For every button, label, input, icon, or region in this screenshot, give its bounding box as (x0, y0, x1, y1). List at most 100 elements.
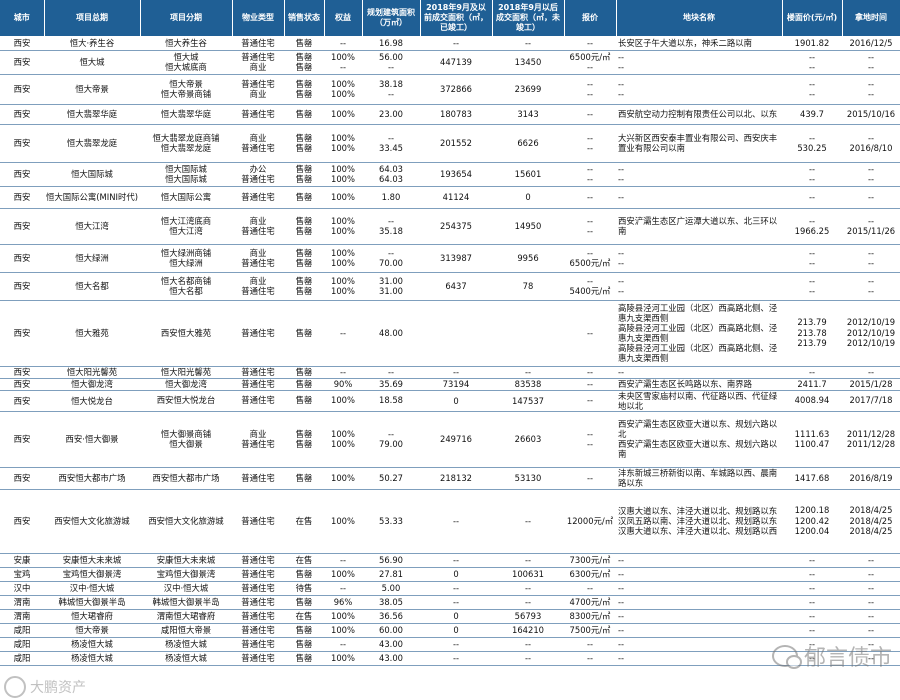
table-cell: 100% 100% (324, 124, 362, 163)
cell-line: 沣东新城三桥新街以南、车城路以西、晨南路以东 (618, 468, 778, 488)
table-cell: 26603 (492, 411, 564, 468)
cell-line: 2011/12/28 (846, 428, 896, 439)
cell-line: -- (586, 37, 594, 48)
cell-text: -- (452, 639, 460, 649)
table-cell: -- (782, 553, 842, 568)
table-cell: 254375 (420, 208, 492, 245)
table-cell: 售罄 (284, 36, 324, 51)
cell-line: 213.79 (797, 317, 827, 328)
cell-line: 2018/4/25 (849, 526, 893, 537)
table-cell: 售罄 (284, 623, 324, 638)
watermark-text: 郁言债市 (803, 646, 892, 671)
table-cell: 渭南 (0, 609, 44, 624)
cell-line: -- (586, 428, 594, 439)
table-cell: -- 35.18 (362, 208, 420, 245)
cell-line: -- (618, 62, 625, 72)
cell-line: 售罄 (295, 596, 313, 607)
cell-text: -- (524, 583, 532, 593)
cell-text: 恒大珺睿府 (71, 611, 113, 621)
cell-line: 杨凌恒大城 (165, 638, 207, 649)
table-cell: 售罄 售罄 (284, 50, 324, 75)
cell-line: -- (808, 286, 816, 296)
cell-line: -- (808, 624, 816, 635)
cell-line: 18.58 (379, 395, 403, 406)
cell-line: 70.00 (379, 258, 403, 268)
table-cell: 恒大阳光馨苑 (44, 366, 140, 379)
table-row: 渭南 恒大珺睿府 渭南恒大珺睿府 普通住宅 在售 100% 36.56 0 56793 8300元… (0, 609, 900, 624)
cell-line: 售罄 (295, 51, 313, 62)
cell-line: 售罄 (295, 247, 313, 258)
table-cell: 西安 (0, 300, 44, 367)
cell-line: 西安浐灞生态区欧亚大道以东、规划六路以北 (618, 419, 778, 439)
table-cell: 8300元/㎡ (564, 609, 616, 624)
table-cell: -- -- (842, 50, 900, 75)
cell-line: -- (339, 582, 347, 593)
watermark-left-text: 大鹏资产 (30, 680, 86, 696)
cell-line: 恒大绿洲 (169, 258, 203, 268)
cell-line: -- (618, 79, 625, 89)
cell-line: 普通住宅 (241, 226, 275, 236)
table-cell: 西安恒大雅苑 (140, 300, 232, 367)
cell-text: 西安 (13, 57, 31, 67)
cell-line: -- (867, 258, 875, 268)
table-cell: -- (420, 366, 492, 379)
cell-line: -- (339, 62, 347, 72)
table-cell: 9956 (492, 244, 564, 273)
cell-text: 恒大阳光馨苑 (66, 367, 118, 377)
cell-line: -- (808, 191, 816, 202)
cell-line: 普通住宅 (241, 108, 275, 119)
table-cell: 西安 (0, 104, 44, 125)
cell-text: 恒大雅苑 (75, 328, 109, 338)
table-cell: -- 79.00 (362, 411, 420, 468)
table-cell: 在售 (284, 553, 324, 568)
cell-line: -- (808, 62, 816, 72)
table-cell: -- (564, 366, 616, 379)
table-cell: -- (616, 595, 782, 610)
column-header: 项目分期 (140, 0, 233, 36)
table-cell: 41124 (420, 186, 492, 209)
table-cell: 218132 (420, 467, 492, 490)
table-cell: -- (842, 581, 900, 596)
cell-line: 售罄 (295, 37, 313, 48)
cell-line: 在售 (295, 610, 313, 621)
table-cell: 恒大绿洲商铺 恒大绿洲 (140, 244, 232, 273)
cell-line: -- (867, 51, 875, 62)
cell-line: -- (618, 625, 625, 635)
cell-text: 56793 (514, 611, 542, 621)
table-row: 西安 恒大名都 恒大名都商铺 恒大名都 商业 普通住宅 售罄 售罄 100% 100% 31.00 3… (0, 272, 900, 301)
cell-line: -- (808, 582, 816, 593)
table-row: 西安 恒大江湾 恒大江湾底商 恒大江湾 商业 普通住宅 售罄 售罄 100% 100% -- 35.1… (0, 208, 900, 245)
cell-line: 普通住宅 (241, 638, 275, 649)
cell-line: 100% (331, 439, 355, 449)
cell-line: -- (618, 286, 625, 296)
cell-line: 100% (331, 51, 355, 62)
cell-text: 杨凌恒大城 (71, 653, 113, 663)
table-cell: -- (324, 637, 362, 652)
cell-line: 2012/10/19 (846, 327, 896, 338)
cell-line: 90% (333, 378, 353, 389)
table-cell: 恒大城 (44, 50, 140, 75)
cell-line: -- (387, 366, 395, 377)
cell-line: -- (586, 582, 594, 593)
cell-line: -- (387, 132, 395, 143)
cell-line: 普通住宅 (241, 652, 275, 663)
table-cell: -- (782, 366, 842, 379)
cell-line: 商业 (249, 62, 267, 72)
cell-line: 在售 (295, 515, 313, 526)
table-cell: 恒大御龙湾 (44, 378, 140, 391)
table-cell: 64.03 64.03 (362, 162, 420, 187)
cell-text: 313987 (440, 253, 472, 263)
cell-line: 16.98 (379, 37, 403, 48)
table-cell: -- 2016/8/10 (842, 124, 900, 163)
table-cell: -- (782, 581, 842, 596)
cell-line: -- (586, 275, 594, 286)
cell-line: -- (867, 610, 875, 621)
table-cell: 96% (324, 595, 362, 610)
column-header: 2018年9月以后成交面积（㎡，未竣工） (492, 0, 565, 36)
table-cell: -- (842, 567, 900, 582)
cell-line: 7500元/㎡ (569, 624, 611, 635)
cell-text: 254375 (440, 221, 472, 231)
table-cell: -- (782, 567, 842, 582)
table-cell: 0 (492, 186, 564, 209)
table-cell: 普通住宅 (232, 651, 284, 666)
